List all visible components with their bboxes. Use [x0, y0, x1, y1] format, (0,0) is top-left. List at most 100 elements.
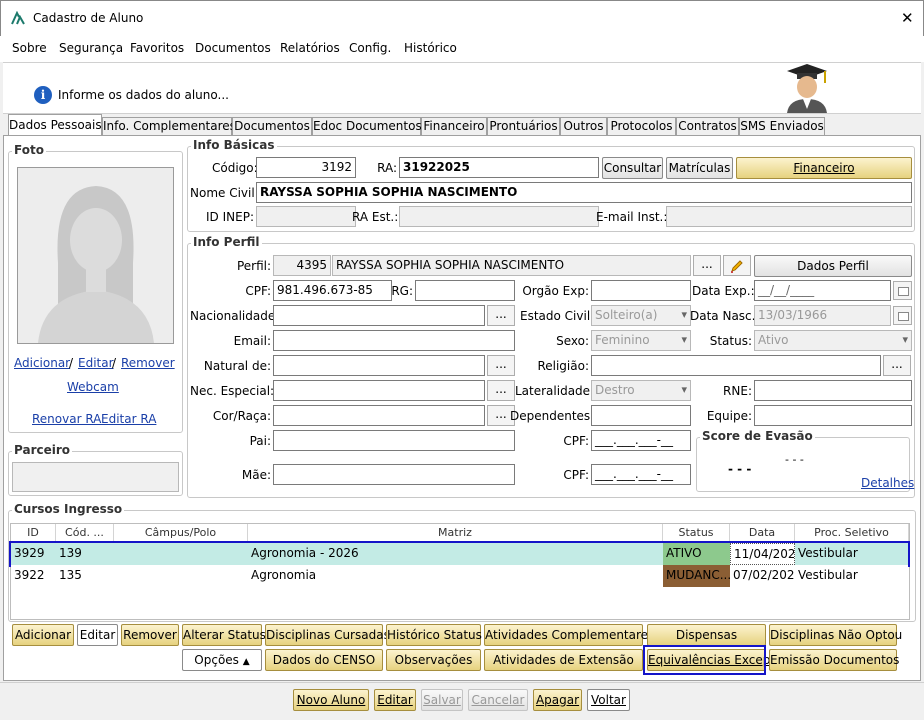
cor-raca-field[interactable] [273, 405, 485, 426]
religiao-field[interactable] [591, 355, 881, 376]
observacoes-button[interactable]: Observações [386, 649, 481, 671]
nome-civil-field[interactable]: RAYSSA SOPHIA SOPHIA NASCIMENTO [256, 182, 912, 203]
parceiro-field[interactable] [12, 462, 179, 492]
menu-sobre[interactable]: Sobre [12, 41, 47, 55]
tab-contratos[interactable]: Contratos [676, 117, 739, 136]
perfil-lookup-button[interactable]: ... [693, 255, 721, 276]
tab-info-complementares[interactable]: Info. Complementares [102, 117, 236, 136]
menu-historico[interactable]: Histórico [404, 41, 457, 55]
codigo-field[interactable]: 3192 [256, 157, 356, 178]
ra-est-field[interactable] [399, 206, 599, 227]
orgao-exp-field[interactable] [591, 280, 691, 301]
foto-adicionar-link[interactable]: Adicionar [14, 356, 70, 370]
mae-field[interactable] [273, 464, 515, 485]
status-select[interactable]: Ativo [754, 330, 912, 351]
matriculas-button[interactable]: Matrículas [666, 157, 733, 179]
menu-favoritos[interactable]: Favoritos [130, 41, 184, 55]
menu-documentos[interactable]: Documentos [195, 41, 271, 55]
cancelar-button[interactable]: Cancelar [468, 689, 528, 711]
col-matriz-header[interactable]: Matriz [248, 524, 663, 542]
religiao-lookup-button[interactable]: ... [883, 355, 911, 376]
editar-curso-button[interactable]: Editar [77, 624, 118, 646]
email-field[interactable] [273, 330, 515, 351]
adicionar-curso-button[interactable]: Adicionar [12, 624, 74, 646]
cpf-field[interactable]: 981.496.673-85 [273, 280, 392, 301]
apagar-button[interactable]: Apagar [533, 689, 582, 711]
calendar-icon[interactable] [893, 281, 912, 300]
historico-status-button[interactable]: Histórico Status [386, 624, 482, 646]
natural-field[interactable] [273, 355, 485, 376]
disciplinas-nao-optou-button[interactable]: Disciplinas Não Optou [769, 624, 902, 646]
opcoes-button[interactable]: Opções ▲ [182, 649, 262, 671]
dados-perfil-button[interactable]: Dados Perfil [754, 255, 912, 277]
close-icon[interactable]: ✕ [901, 9, 914, 27]
rg-field[interactable] [415, 280, 515, 301]
foto-remover-link[interactable]: Remover [121, 356, 175, 370]
nec-especial-lookup-button[interactable]: ... [487, 380, 515, 401]
col-cod-header[interactable]: Cód. ... [56, 524, 114, 542]
id-inep-field[interactable] [256, 206, 356, 227]
equipe-field[interactable] [754, 405, 912, 426]
atividades-complementares-button[interactable]: Atividades Complementares [484, 624, 654, 646]
table-row[interactable]: 3922 135 Agronomia MUDANC... 07/02/2022 … [11, 565, 908, 587]
tab-edoc-documentos[interactable]: Edoc Documentos [312, 117, 422, 136]
table-row[interactable]: 3929 139 Agronomia - 2026 ATIVO 11/04/20… [9, 541, 910, 567]
financeiro-button[interactable]: Financeiro [736, 157, 912, 179]
atividades-extensao-button[interactable]: Atividades de Extensão [484, 649, 643, 671]
dispensas-button[interactable]: Dispensas [647, 624, 766, 646]
col-data-header[interactable]: Data [730, 524, 795, 542]
perfil-id-field[interactable]: 4395 [273, 255, 331, 276]
renovar-ra-link[interactable]: Renovar RA [32, 412, 101, 426]
tab-protocolos[interactable]: Protocolos [607, 117, 676, 136]
alterar-status-button[interactable]: Alterar Status [182, 624, 266, 646]
score-detalhes-link[interactable]: Detalhes [861, 476, 914, 490]
perfil-nome-field[interactable]: RAYSSA SOPHIA SOPHIA NASCIMENTO [332, 255, 691, 276]
voltar-button[interactable]: Voltar [587, 689, 630, 711]
emissao-documentos-button[interactable]: Emissão Documentos [769, 649, 899, 671]
sexo-select[interactable]: Feminino [591, 330, 691, 351]
tab-sms-enviados[interactable]: SMS Enviados [739, 117, 825, 136]
data-nasc-field[interactable]: 13/03/1966 [754, 305, 891, 326]
tab-outros[interactable]: Outros [560, 117, 607, 136]
cpf-pai-field[interactable]: ___.___.___-__ [591, 430, 691, 451]
tab-dados-pessoais[interactable]: Dados Pessoais [8, 114, 102, 136]
col-proc-header[interactable]: Proc. Seletivo [795, 524, 909, 542]
dependentes-field[interactable] [591, 405, 691, 426]
pencil-icon[interactable] [723, 255, 751, 276]
perfil-label: Perfil: [236, 259, 271, 273]
foto-editar-link[interactable]: Editar [78, 356, 114, 370]
editar-aluno-button[interactable]: Editar [374, 689, 416, 711]
menu-config[interactable]: Config. [349, 41, 391, 55]
estado-civil-select[interactable]: Solteiro(a) [591, 305, 691, 326]
menu-relatorios[interactable]: Relatórios [280, 41, 340, 55]
salvar-button[interactable]: Salvar [421, 689, 463, 711]
nec-especial-field[interactable] [273, 380, 485, 401]
nacionalidade-field[interactable] [273, 305, 485, 326]
data-exp-field[interactable]: __/__/____ [754, 280, 891, 301]
col-campus-header[interactable]: Câmpus/Polo [114, 524, 248, 542]
col-status-header[interactable]: Status [663, 524, 730, 542]
email-inst-field[interactable] [666, 206, 912, 227]
pai-field[interactable] [273, 430, 515, 451]
ra-field[interactable]: 31922025 [399, 157, 599, 178]
cursos-table: ID Cód. ... Câmpus/Polo Matriz Status Da… [9, 523, 910, 620]
remover-curso-button[interactable]: Remover [121, 624, 179, 646]
disciplinas-cursadas-button[interactable]: Disciplinas Cursadas [265, 624, 390, 646]
col-id-header[interactable]: ID [11, 524, 56, 542]
foto-webcam-link[interactable]: Webcam [67, 380, 119, 394]
tab-financeiro[interactable]: Financeiro [421, 117, 487, 136]
rne-field[interactable] [754, 380, 912, 401]
novo-aluno-button[interactable]: Novo Aluno [293, 689, 369, 711]
consultar-button[interactable]: Consultar [602, 157, 663, 179]
dados-censo-button[interactable]: Dados do CENSO [265, 649, 383, 671]
menu-seguranca[interactable]: Segurança [59, 41, 123, 55]
tab-prontuarios[interactable]: Prontuários [487, 117, 560, 136]
title-bar: Cadastro de Aluno ✕ [0, 0, 924, 36]
calendar-icon[interactable] [893, 306, 912, 325]
nacionalidade-lookup-button[interactable]: ... [487, 305, 515, 326]
cpf-mae-field[interactable]: ___.___.___-__ [591, 464, 691, 485]
editar-ra-link[interactable]: Editar RA [101, 412, 156, 426]
tab-documentos[interactable]: Documentos [232, 117, 312, 136]
lateralidade-select[interactable]: Destro [591, 380, 691, 401]
natural-lookup-button[interactable]: ... [487, 355, 515, 376]
